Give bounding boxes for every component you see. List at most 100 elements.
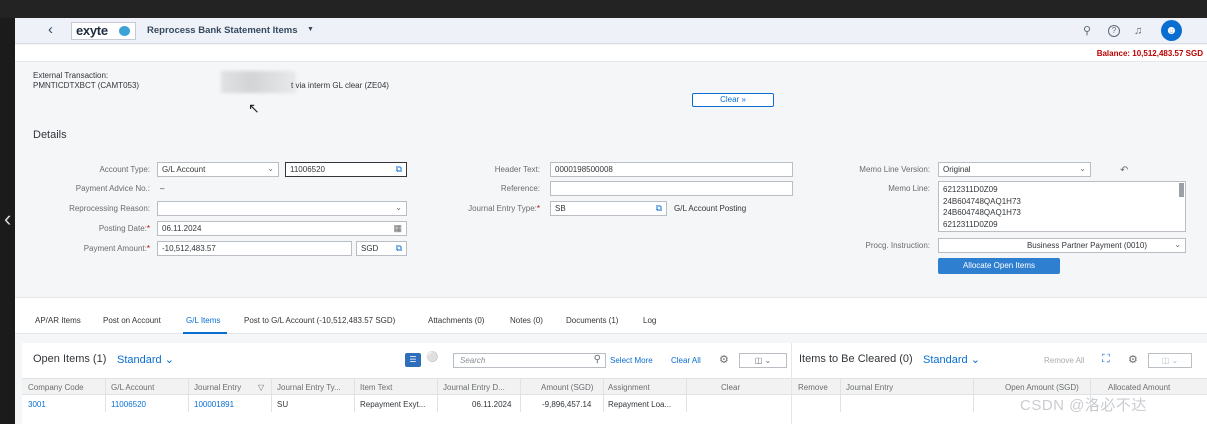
journal-entry-type-label: Journal Entry Type:* [468,204,540,213]
memo-line-label: Memo Line: [888,184,930,193]
gl-account-input[interactable]: 11006520 ⧉ [285,162,407,177]
column-header[interactable]: Company Code [28,383,84,392]
avatar[interactable]: ☻ [1161,20,1182,41]
memo-line-3: 24B604748QAQ1H73 [943,208,1021,217]
balance-value: Balance: 10,512,483.57 SGD [1096,49,1203,58]
company-logo[interactable]: exyte [71,22,136,40]
help-icon[interactable]: ? [1108,25,1120,37]
journal-entry-date-cell: 06.11.2024 [472,400,512,409]
fullscreen-icon[interactable]: ⛶ [1102,353,1110,366]
search-placeholder: Search [460,356,486,365]
allocate-open-items-button[interactable]: Allocate Open Items [938,258,1060,274]
payment-advice-value: – [160,184,165,193]
settings-icon[interactable]: ⚙ [719,353,729,366]
redacted-text [221,71,296,93]
memo-line-4: 6212311D0Z09 [943,219,998,229]
clear-row-button[interactable]: Clear » [692,93,774,107]
posting-date-input[interactable]: 06.11.2024 ▦ [157,221,407,236]
bell-icon[interactable]: ♫ [1134,25,1142,37]
value-help-icon[interactable]: ⧉ [396,164,402,174]
journal-entry-link[interactable]: 100001891 [194,400,234,409]
filter-icon[interactable]: ▽ [258,383,264,392]
undo-icon[interactable]: ↶ [1120,165,1128,176]
currency-input[interactable]: SGD ⧉ [356,241,407,256]
column-header[interactable]: Journal Entry D... [443,383,505,392]
app-title[interactable]: Reprocess Bank Statement Items [147,25,297,36]
column-header[interactable]: Open Amount (SGD) [1005,383,1079,392]
balance-bar: Balance: 10,512,483.57 SGD [15,45,1207,62]
column-header[interactable]: Item Text [360,383,392,392]
column-header[interactable]: Allocated Amount [1108,383,1170,392]
account-type-label: Account Type: [99,165,150,174]
reprocessing-reason-label: Reprocessing Reason: [69,204,150,213]
account-type-select[interactable]: G/L Account ⌄ [157,162,279,177]
posting-date-label: Posting Date:* [98,224,150,233]
posting-date-value: 06.11.2024 [162,224,202,233]
value-help-icon[interactable]: ⧉ [656,203,662,213]
title-dropdown-icon[interactable]: ▼ [307,26,314,33]
column-header[interactable]: Assignment [608,383,650,392]
items-to-be-cleared-table-header: Remove Journal Entry Open Amount (SGD) A… [792,378,1207,395]
reference-input[interactable] [550,181,793,196]
calendar-icon[interactable]: ▦ [393,223,402,233]
transaction-description: t via interm GL clear (ZE04) [291,81,389,90]
column-divider [840,378,841,412]
watermark-text: CSDN @洛必不达 [1020,397,1147,414]
search-input[interactable]: Search ⚲ [453,353,606,368]
amount-cell: -9,896,457.14 [542,400,592,409]
memo-line-textarea[interactable]: 6212311D0Z09 24B604748QAQ1H73 24B604748Q… [938,181,1186,232]
tab-attachments[interactable]: Attachments (0) [428,316,484,325]
previous-arrow-icon[interactable]: ‹ [4,208,11,230]
header-text-input[interactable]: 0000198500008 [550,162,793,177]
search-icon[interactable]: ⚲ [1083,25,1091,37]
journal-entry-type-input[interactable]: SB ⧉ [550,201,667,216]
back-icon[interactable]: ‹ [48,21,53,39]
memo-scrollbar[interactable] [1179,183,1184,197]
memo-line-1: 6212311D0Z09 [943,185,998,194]
screen-frame-top [0,0,1207,18]
details-title: Details [33,129,67,141]
gl-account-link[interactable]: 11006520 [111,400,146,409]
tab-notes[interactable]: Notes (0) [510,316,543,325]
tab-documents[interactable]: Documents (1) [566,316,618,325]
procg-instruction-value: Business Partner Payment (0010) [1026,241,1147,250]
payment-amount-input[interactable]: -10,512,483.57 [157,241,352,256]
table-row[interactable]: 3001 11006520 100001891 SU Repayment Exy… [22,395,791,412]
column-divider [973,378,974,412]
open-items-variant[interactable]: Standard ⌄ [117,353,174,366]
open-items-panel: Open Items (1) Standard ⌄ ☰ ⚪ Search ⚲ S… [22,343,791,424]
column-header[interactable]: Journal Entry [846,383,893,392]
memo-line-version-select[interactable]: Original ⌄ [938,162,1091,177]
search-icon[interactable]: ⚲ [594,354,601,365]
column-header[interactable]: Remove [798,383,828,392]
chevron-down-icon: ⌄ [267,164,274,173]
column-header[interactable]: Amount (SGD) [541,383,593,392]
export-icon[interactable]: ◫ ⌄ [739,353,787,368]
memo-line-version-label: Memo Line Version: [859,165,930,174]
globe-icon[interactable]: ⚪ [426,352,438,363]
export-icon[interactable]: ◫ ⌄ [1148,353,1192,368]
select-more-link[interactable]: Select More [610,356,653,365]
open-items-table-header: Company Code G/L Account Journal Entry ▽… [22,378,791,395]
currency-value: SGD [361,244,379,253]
column-header[interactable]: Journal Entry Ty... [277,383,341,392]
value-help-icon[interactable]: ⧉ [396,243,402,253]
column-header[interactable]: Journal Entry [194,383,241,392]
column-header[interactable]: Clear [721,383,740,392]
clear-all-link[interactable]: Clear All [671,356,701,365]
tab-ap-ar-items[interactable]: AP/AR Items [35,316,81,325]
settings-icon[interactable]: ⚙ [1128,353,1138,366]
company-code-link[interactable]: 3001 [28,400,46,409]
procg-instruction-select[interactable]: Business Partner Payment (0010) ⌄ [938,238,1186,253]
column-header[interactable]: G/L Account [111,383,154,392]
tab-post-on-account[interactable]: Post on Account [103,316,161,325]
shell-bar: ‹ exyte Reprocess Bank Statement Items ▼… [15,18,1207,44]
logo-mark-icon [119,26,130,36]
remove-all-link[interactable]: Remove All [1044,356,1084,365]
items-to-be-cleared-variant[interactable]: Standard ⌄ [923,353,980,366]
tab-log[interactable]: Log [643,316,656,325]
list-view-icon[interactable]: ☰ [405,353,421,367]
tab-post-to-gl-account[interactable]: Post to G/L Account (-10,512,483.57 SGD) [244,316,395,325]
reprocessing-reason-select[interactable]: ⌄ [157,201,407,216]
tab-gl-items[interactable]: G/L Items [186,316,220,325]
